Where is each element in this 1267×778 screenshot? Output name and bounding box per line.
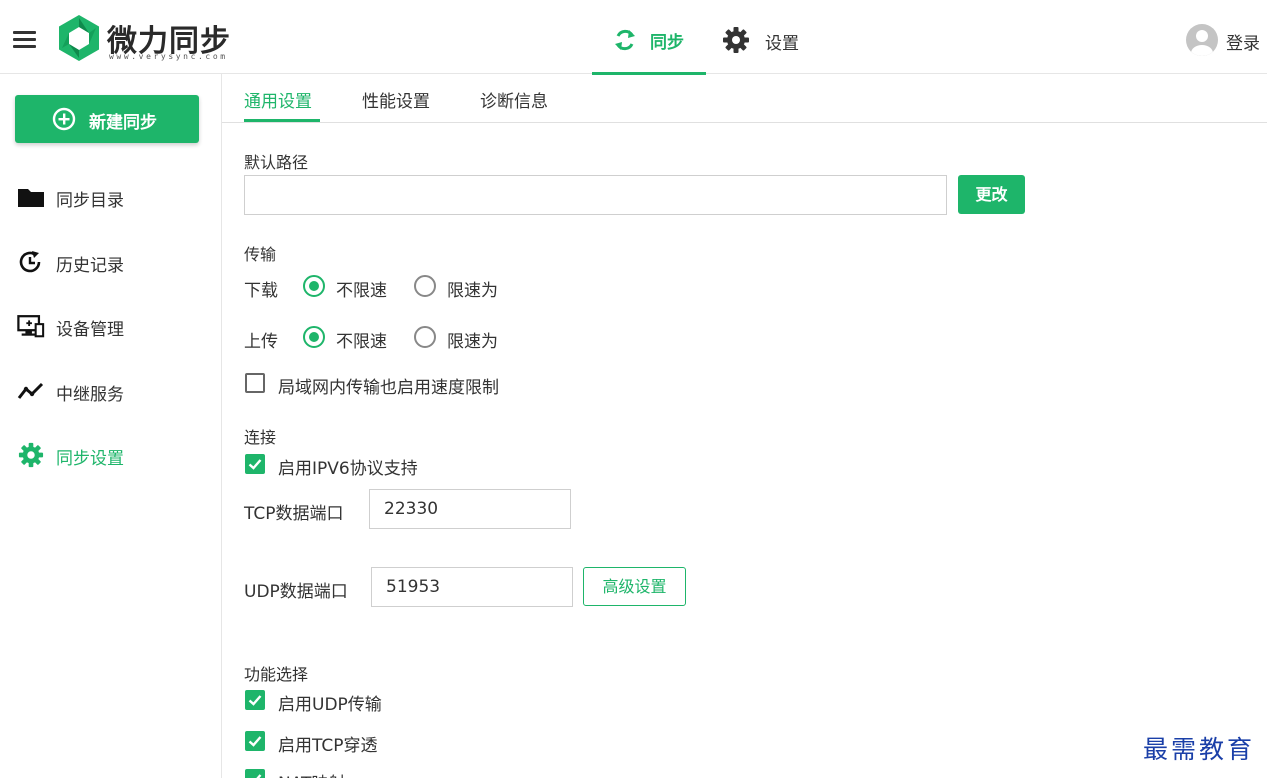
default-path-label: 默认路径 xyxy=(244,153,309,172)
feature-row: 启用UDP传输 xyxy=(245,689,445,715)
sidebar-item-label: 同步目录 xyxy=(56,191,124,211)
tab-active-indicator xyxy=(244,119,320,122)
upload-limit-row: 上传 不限速 限速为 xyxy=(244,325,544,352)
settings-tabs: 通用设置 性能设置 诊断信息 xyxy=(222,74,1267,123)
tcp-punch-checkbox[interactable] xyxy=(245,731,265,751)
history-icon xyxy=(19,251,41,273)
download-label: 下载 xyxy=(244,281,278,301)
change-path-button[interactable]: 更改 xyxy=(958,175,1025,214)
gear-icon xyxy=(723,27,749,53)
plus-circle-icon xyxy=(52,107,76,131)
feature-row: 启用TCP穿透 xyxy=(245,730,445,756)
check-icon xyxy=(248,736,262,747)
lan-limit-row: 局域网内传输也启用速度限制 xyxy=(245,372,565,398)
download-unlimited-label: 不限速 xyxy=(336,281,387,301)
top-bar: 微力同步 www.verysync.com 同步 设置 登录 xyxy=(0,0,1267,75)
watermark: 最需教育 xyxy=(1143,735,1256,764)
sidebar: 新建同步 同步目录 历史记录 设备管理 中继服务 同步设置 xyxy=(0,74,222,778)
download-unlimited-radio[interactable] xyxy=(303,275,325,297)
sidebar-item-relay[interactable]: 中继服务 xyxy=(0,368,221,414)
device-icon xyxy=(17,315,45,338)
tab-general[interactable]: 通用设置 xyxy=(244,87,312,112)
new-sync-button[interactable]: 新建同步 xyxy=(15,95,199,143)
tcp-port-label: TCP数据端口 xyxy=(244,504,344,524)
logo-icon xyxy=(59,15,99,61)
folder-icon xyxy=(18,189,44,207)
nav-sync-tab[interactable]: 同步 xyxy=(592,0,706,75)
nat-mapping-checkbox[interactable] xyxy=(245,769,265,778)
ipv6-row: 启用IPV6协议支持 xyxy=(245,453,465,479)
features-heading: 功能选择 xyxy=(244,665,309,684)
udp-port-input[interactable] xyxy=(371,567,573,607)
login-label: 登录 xyxy=(1226,34,1260,54)
sidebar-item-label: 中继服务 xyxy=(56,385,124,405)
transfer-heading: 传输 xyxy=(244,245,277,264)
check-icon xyxy=(256,774,262,778)
upload-limited-label: 限速为 xyxy=(447,332,498,352)
check-icon xyxy=(248,459,262,470)
sidebar-item-label: 设备管理 xyxy=(56,320,124,340)
menu-icon[interactable] xyxy=(13,31,36,49)
check-icon xyxy=(248,695,262,706)
sidebar-item-sync-settings[interactable]: 同步设置 xyxy=(0,432,221,478)
upload-unlimited-label: 不限速 xyxy=(336,332,387,352)
nav-settings-tab[interactable]: 设置 xyxy=(722,0,812,74)
ipv6-label: 启用IPV6协议支持 xyxy=(278,459,418,479)
nav-sync-label: 同步 xyxy=(650,33,684,53)
sidebar-item-label: 同步设置 xyxy=(56,449,124,469)
ipv6-checkbox[interactable] xyxy=(245,454,265,474)
lan-limit-checkbox[interactable] xyxy=(245,373,265,393)
avatar-icon xyxy=(1186,24,1218,56)
lan-limit-label: 局域网内传输也启用速度限制 xyxy=(278,378,499,398)
connection-heading: 连接 xyxy=(244,428,277,447)
tcp-punch-label: 启用TCP穿透 xyxy=(278,736,378,756)
sidebar-item-history[interactable]: 历史记录 xyxy=(0,239,221,285)
new-sync-label: 新建同步 xyxy=(89,113,157,133)
sidebar-item-devices[interactable]: 设备管理 xyxy=(0,303,221,349)
upload-label: 上传 xyxy=(244,332,278,352)
udp-transfer-label: 启用UDP传输 xyxy=(278,695,382,715)
brand-subtitle: www.verysync.com xyxy=(109,52,228,61)
nat-mapping-label: NAT映射 xyxy=(278,769,345,778)
nav-settings-label: 设置 xyxy=(765,34,799,54)
udp-transfer-checkbox[interactable] xyxy=(245,690,265,710)
tab-diagnostics[interactable]: 诊断信息 xyxy=(480,87,548,112)
sync-icon xyxy=(615,29,635,51)
tab-performance[interactable]: 性能设置 xyxy=(362,87,430,112)
download-limited-label: 限速为 xyxy=(447,281,498,301)
udp-port-label: UDP数据端口 xyxy=(244,582,348,602)
advanced-settings-button[interactable]: 高级设置 xyxy=(583,567,686,606)
relay-icon xyxy=(17,382,44,399)
download-limit-row: 下载 不限速 限速为 xyxy=(244,274,544,301)
upload-limited-radio[interactable] xyxy=(414,326,436,348)
tcp-port-input[interactable] xyxy=(369,489,571,529)
sidebar-item-label: 历史记录 xyxy=(56,256,124,276)
upload-unlimited-radio[interactable] xyxy=(303,326,325,348)
feature-row: NAT映射 xyxy=(245,768,445,778)
download-limited-radio[interactable] xyxy=(414,275,436,297)
gear-icon xyxy=(18,442,44,468)
default-path-input[interactable] xyxy=(244,175,947,215)
sidebar-item-sync-folders[interactable]: 同步目录 xyxy=(0,174,221,220)
